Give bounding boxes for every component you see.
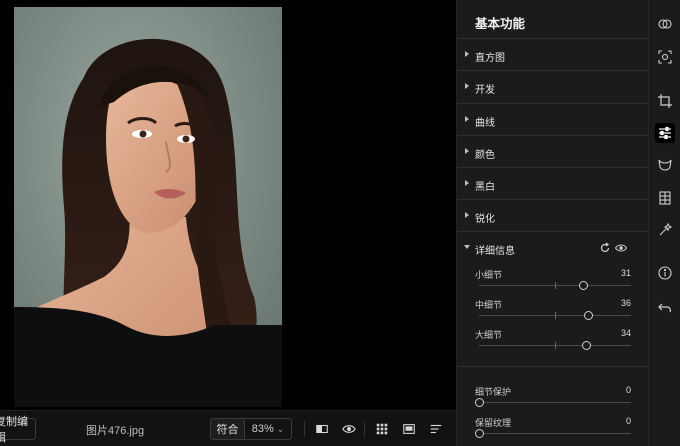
slider-medium-detail[interactable]: 中细节 36	[457, 298, 649, 328]
adjustments-panel: 基本功能 直方图 开发 曲线 颜色 黑白 锐化 详细信息 小细节 31 中细节 …	[456, 0, 649, 446]
toolbar-divider	[304, 421, 305, 437]
magic-wand-icon[interactable]	[655, 220, 675, 240]
section-curves[interactable]: 曲线	[457, 103, 649, 135]
section-black-white[interactable]: 黑白	[457, 167, 649, 199]
section-label: 直方图	[475, 53, 505, 64]
section-label: 黑白	[475, 182, 495, 193]
undo-icon[interactable]	[655, 298, 675, 318]
section-color[interactable]: 颜色	[457, 135, 649, 167]
section-label: 详细信息	[475, 246, 515, 257]
slider-large-detail[interactable]: 大细节 34	[457, 328, 649, 358]
chevron-right-icon	[465, 116, 469, 122]
layers-icon[interactable]	[655, 14, 675, 34]
section-label: 颜色	[475, 150, 495, 161]
section-detail[interactable]: 详细信息	[457, 231, 649, 263]
filename-label: 图片476.jpg	[86, 425, 145, 437]
sort-icon[interactable]	[428, 421, 444, 437]
section-sharpen[interactable]: 锐化	[457, 199, 649, 231]
slider-value: 31	[620, 268, 631, 278]
slider-detail-protection[interactable]: 细节保护 0	[457, 385, 649, 415]
slider-label: 小细节	[475, 270, 503, 280]
fit-button[interactable]: 符合	[210, 418, 244, 440]
slider-value: 34	[620, 328, 631, 338]
copy-edit-button[interactable]: 复制编辑	[0, 416, 36, 444]
zoom-value: 83%	[251, 423, 274, 435]
texture-icon[interactable]	[655, 188, 675, 208]
slider-thumb[interactable]	[474, 429, 484, 438]
slider-label: 保留纹理	[475, 418, 512, 428]
slider-thumb[interactable]	[583, 311, 593, 320]
toolbar-divider	[364, 421, 365, 437]
zoom-dropdown[interactable]: 83% ⌄	[244, 418, 292, 440]
slider-label: 大细节	[475, 330, 503, 340]
tool-strip	[648, 0, 680, 446]
slider-value: 0	[625, 416, 631, 426]
slider-value: 36	[620, 298, 631, 308]
info-icon[interactable]	[655, 263, 675, 283]
slider-track[interactable]	[479, 433, 631, 434]
panel-title: 基本功能	[475, 17, 526, 31]
section-label: 开发	[475, 85, 495, 96]
slider-value: 0	[625, 385, 631, 395]
slider-thumb[interactable]	[579, 281, 589, 290]
slider-label: 细节保护	[475, 387, 512, 397]
chevron-right-icon	[465, 180, 469, 186]
section-develop[interactable]: 开发	[457, 70, 649, 102]
section-label: 锐化	[475, 214, 495, 225]
chevron-right-icon	[465, 83, 469, 89]
slider-thumb[interactable]	[582, 341, 592, 350]
slider-center-tick	[555, 342, 556, 349]
reset-icon[interactable]	[599, 241, 611, 253]
compare-icon[interactable]	[314, 421, 330, 437]
chevron-right-icon	[465, 148, 469, 154]
slider-label: 中细节	[475, 300, 503, 310]
section-label: 曲线	[475, 118, 495, 129]
chevron-down-icon: ⌄	[276, 423, 285, 434]
eye-icon[interactable]	[341, 421, 357, 437]
chevron-right-icon	[465, 212, 469, 218]
adjust-sliders-icon[interactable]	[655, 123, 675, 143]
mask-icon[interactable]	[655, 155, 675, 175]
section-histogram[interactable]: 直方图	[457, 38, 649, 70]
slider-preserve-texture[interactable]: 保留纹理 0	[457, 416, 649, 446]
photo-preview[interactable]	[14, 7, 282, 407]
single-view-icon[interactable]	[401, 421, 417, 437]
grid-view-icon[interactable]	[374, 421, 390, 437]
slider-track[interactable]	[479, 402, 631, 403]
portrait-image	[14, 7, 282, 407]
slider-thumb[interactable]	[474, 398, 484, 407]
image-canvas[interactable]	[0, 0, 456, 410]
focus-icon[interactable]	[655, 47, 675, 67]
chevron-right-icon	[465, 51, 469, 57]
section-divider	[457, 366, 649, 367]
slider-center-tick	[555, 312, 556, 319]
chevron-down-icon	[464, 245, 470, 249]
crop-icon[interactable]	[655, 91, 675, 111]
visibility-icon[interactable]	[614, 241, 628, 253]
slider-center-tick	[555, 282, 556, 289]
bottom-toolbar: 复制编辑 图片476.jpg 符合 83% ⌄	[0, 410, 456, 446]
slider-small-detail[interactable]: 小细节 31	[457, 268, 649, 298]
